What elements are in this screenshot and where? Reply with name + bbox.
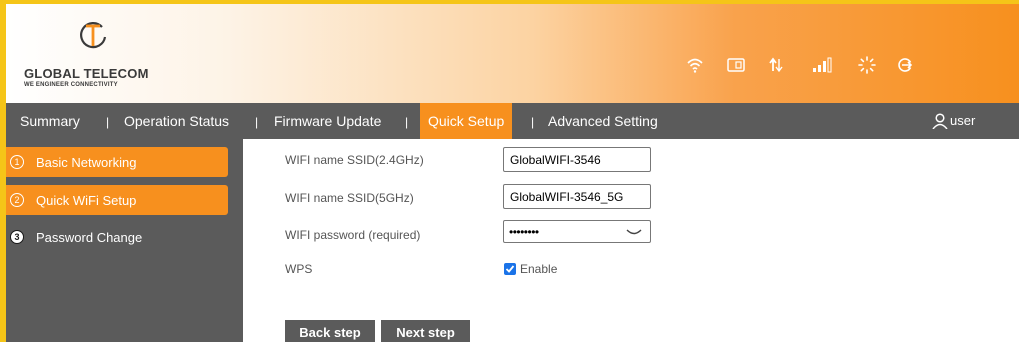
signal-strength-icon[interactable] (810, 53, 834, 77)
sidebar-item-label: Quick WiFi Setup (36, 192, 137, 208)
logout-icon[interactable] (893, 53, 917, 77)
nav-summary[interactable]: Summary (20, 103, 80, 139)
main-nav: Summary | Operation Status | Firmware Up… (6, 103, 1019, 139)
wps-label: WPS (285, 262, 313, 276)
checkmark-icon (505, 265, 515, 273)
wifi-icon[interactable] (683, 53, 707, 77)
sidebar-item-password-change[interactable]: 3 Password Change (6, 222, 228, 252)
user-menu[interactable]: user (932, 103, 975, 139)
loading-icon (855, 53, 879, 77)
show-password-icon[interactable] (626, 227, 642, 237)
brand-name: GLOBAL TELECOM (24, 66, 149, 81)
nav-operation-status[interactable]: Operation Status (124, 103, 229, 139)
sidebar-item-quick-wifi-setup[interactable]: 2 Quick WiFi Setup (6, 185, 228, 215)
nav-advanced-setting[interactable]: Advanced Setting (548, 103, 658, 139)
nav-firmware-update[interactable]: Firmware Update (274, 103, 381, 139)
sidebar-item-label: Password Change (36, 229, 143, 245)
next-step-button[interactable]: Next step (381, 320, 470, 342)
data-transfer-icon[interactable] (764, 53, 788, 77)
ssid-5ghz-input[interactable] (503, 184, 651, 209)
ssid-24ghz-input[interactable] (503, 147, 651, 172)
nav-separator: | (405, 115, 409, 129)
header-banner: GLOBAL TELECOM WE ENGINEER CONNECTIVITY (6, 4, 1019, 103)
nav-separator: | (106, 115, 110, 129)
step-number-badge: 3 (10, 230, 24, 244)
step-number-badge: 2 (10, 193, 24, 207)
wps-enable-label: Enable (520, 262, 558, 276)
password-mask: •••••••• (509, 225, 539, 239)
sidebar-item-label: Basic Networking (36, 154, 137, 170)
nav-separator: | (255, 115, 259, 129)
nav-separator: | (531, 115, 535, 129)
setup-steps-sidebar: 1 Basic Networking 2 Quick WiFi Setup 3 … (6, 139, 243, 342)
brand-logo-icon (80, 22, 107, 49)
ssid-24ghz-label: WIFI name SSID(2.4GHz) (285, 153, 424, 167)
wifi-password-label: WIFI password (required) (285, 228, 421, 242)
wps-enable-checkbox[interactable] (504, 263, 516, 275)
ssid-5ghz-label: WIFI name SSID(5GHz) (285, 191, 414, 205)
sidebar-item-basic-networking[interactable]: 1 Basic Networking (6, 147, 228, 177)
sim-card-icon[interactable] (724, 53, 748, 77)
nav-quick-setup[interactable]: Quick Setup (420, 103, 513, 139)
user-name: user (950, 113, 976, 128)
wifi-password-input[interactable]: •••••••• (503, 220, 651, 243)
brand-tagline: WE ENGINEER CONNECTIVITY (24, 82, 118, 88)
step-number-badge: 1 (10, 155, 24, 169)
user-icon (932, 113, 948, 129)
back-step-button[interactable]: Back step (285, 320, 375, 342)
